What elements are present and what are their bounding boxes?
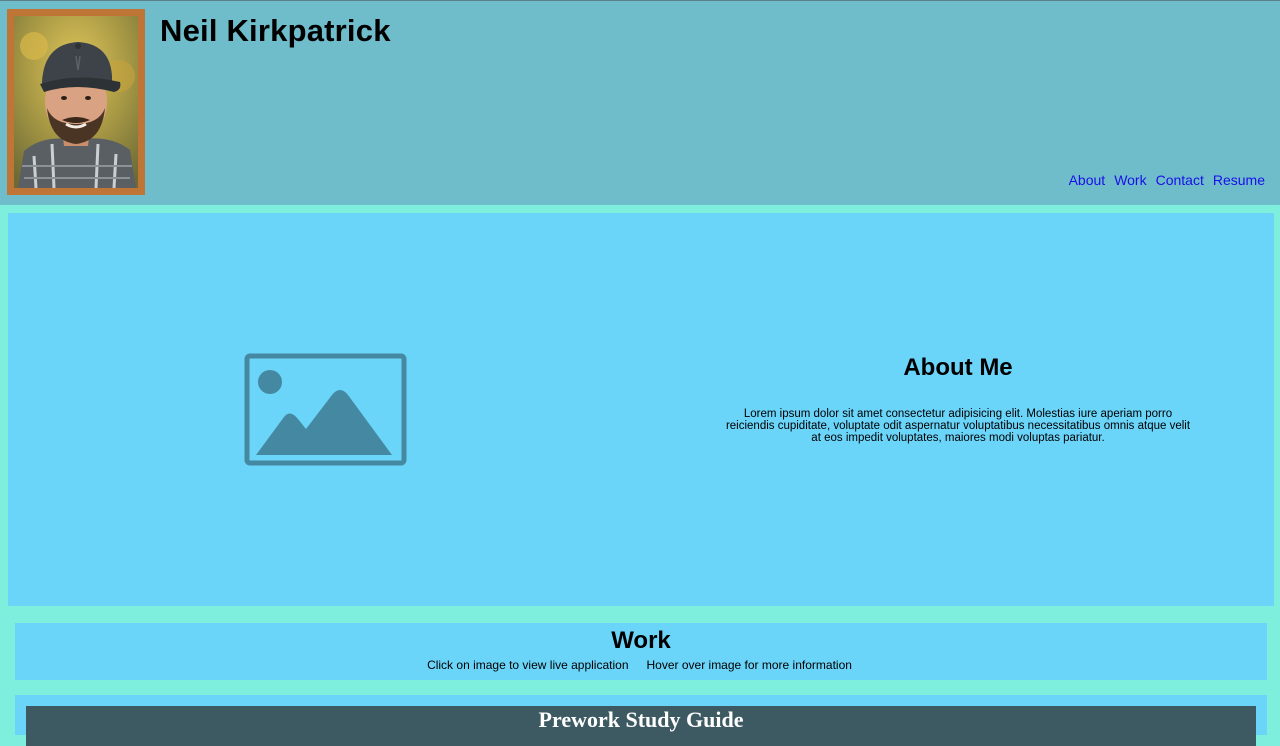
profile-photo bbox=[14, 16, 138, 188]
work-title: Work bbox=[611, 627, 671, 654]
work-section: Work Click on image to view live applica… bbox=[15, 623, 1267, 680]
project-card[interactable]: Prework Study Guide bbox=[15, 695, 1267, 746]
about-section: About Me Lorem ipsum dolor sit amet cons… bbox=[8, 213, 1274, 606]
site-title: Neil Kirkpatrick bbox=[160, 13, 391, 48]
main-nav: About Work Contact Resume bbox=[1069, 172, 1265, 188]
project-image[interactable]: Prework Study Guide bbox=[26, 706, 1256, 746]
image-placeholder-icon bbox=[244, 353, 407, 466]
about-body: Lorem ipsum dolor sit amet consectetur a… bbox=[725, 408, 1191, 444]
about-content: About Me Lorem ipsum dolor sit amet cons… bbox=[724, 354, 1192, 444]
nav-link-work[interactable]: Work bbox=[1114, 172, 1146, 188]
hover-instruction: Hover over image for more information bbox=[646, 658, 852, 672]
nav-link-resume[interactable]: Resume bbox=[1213, 172, 1265, 188]
click-instruction: Click on image to view live application bbox=[427, 658, 629, 672]
work-instructions: Click on image to view live application … bbox=[15, 658, 1267, 672]
profile-photo-frame bbox=[7, 9, 145, 195]
project-title: Prework Study Guide bbox=[538, 707, 744, 732]
nav-link-contact[interactable]: Contact bbox=[1156, 172, 1204, 188]
site-header: Neil Kirkpatrick About Work Contact Resu… bbox=[0, 0, 1280, 205]
about-title: About Me bbox=[903, 354, 1013, 381]
nav-link-about[interactable]: About bbox=[1069, 172, 1106, 188]
